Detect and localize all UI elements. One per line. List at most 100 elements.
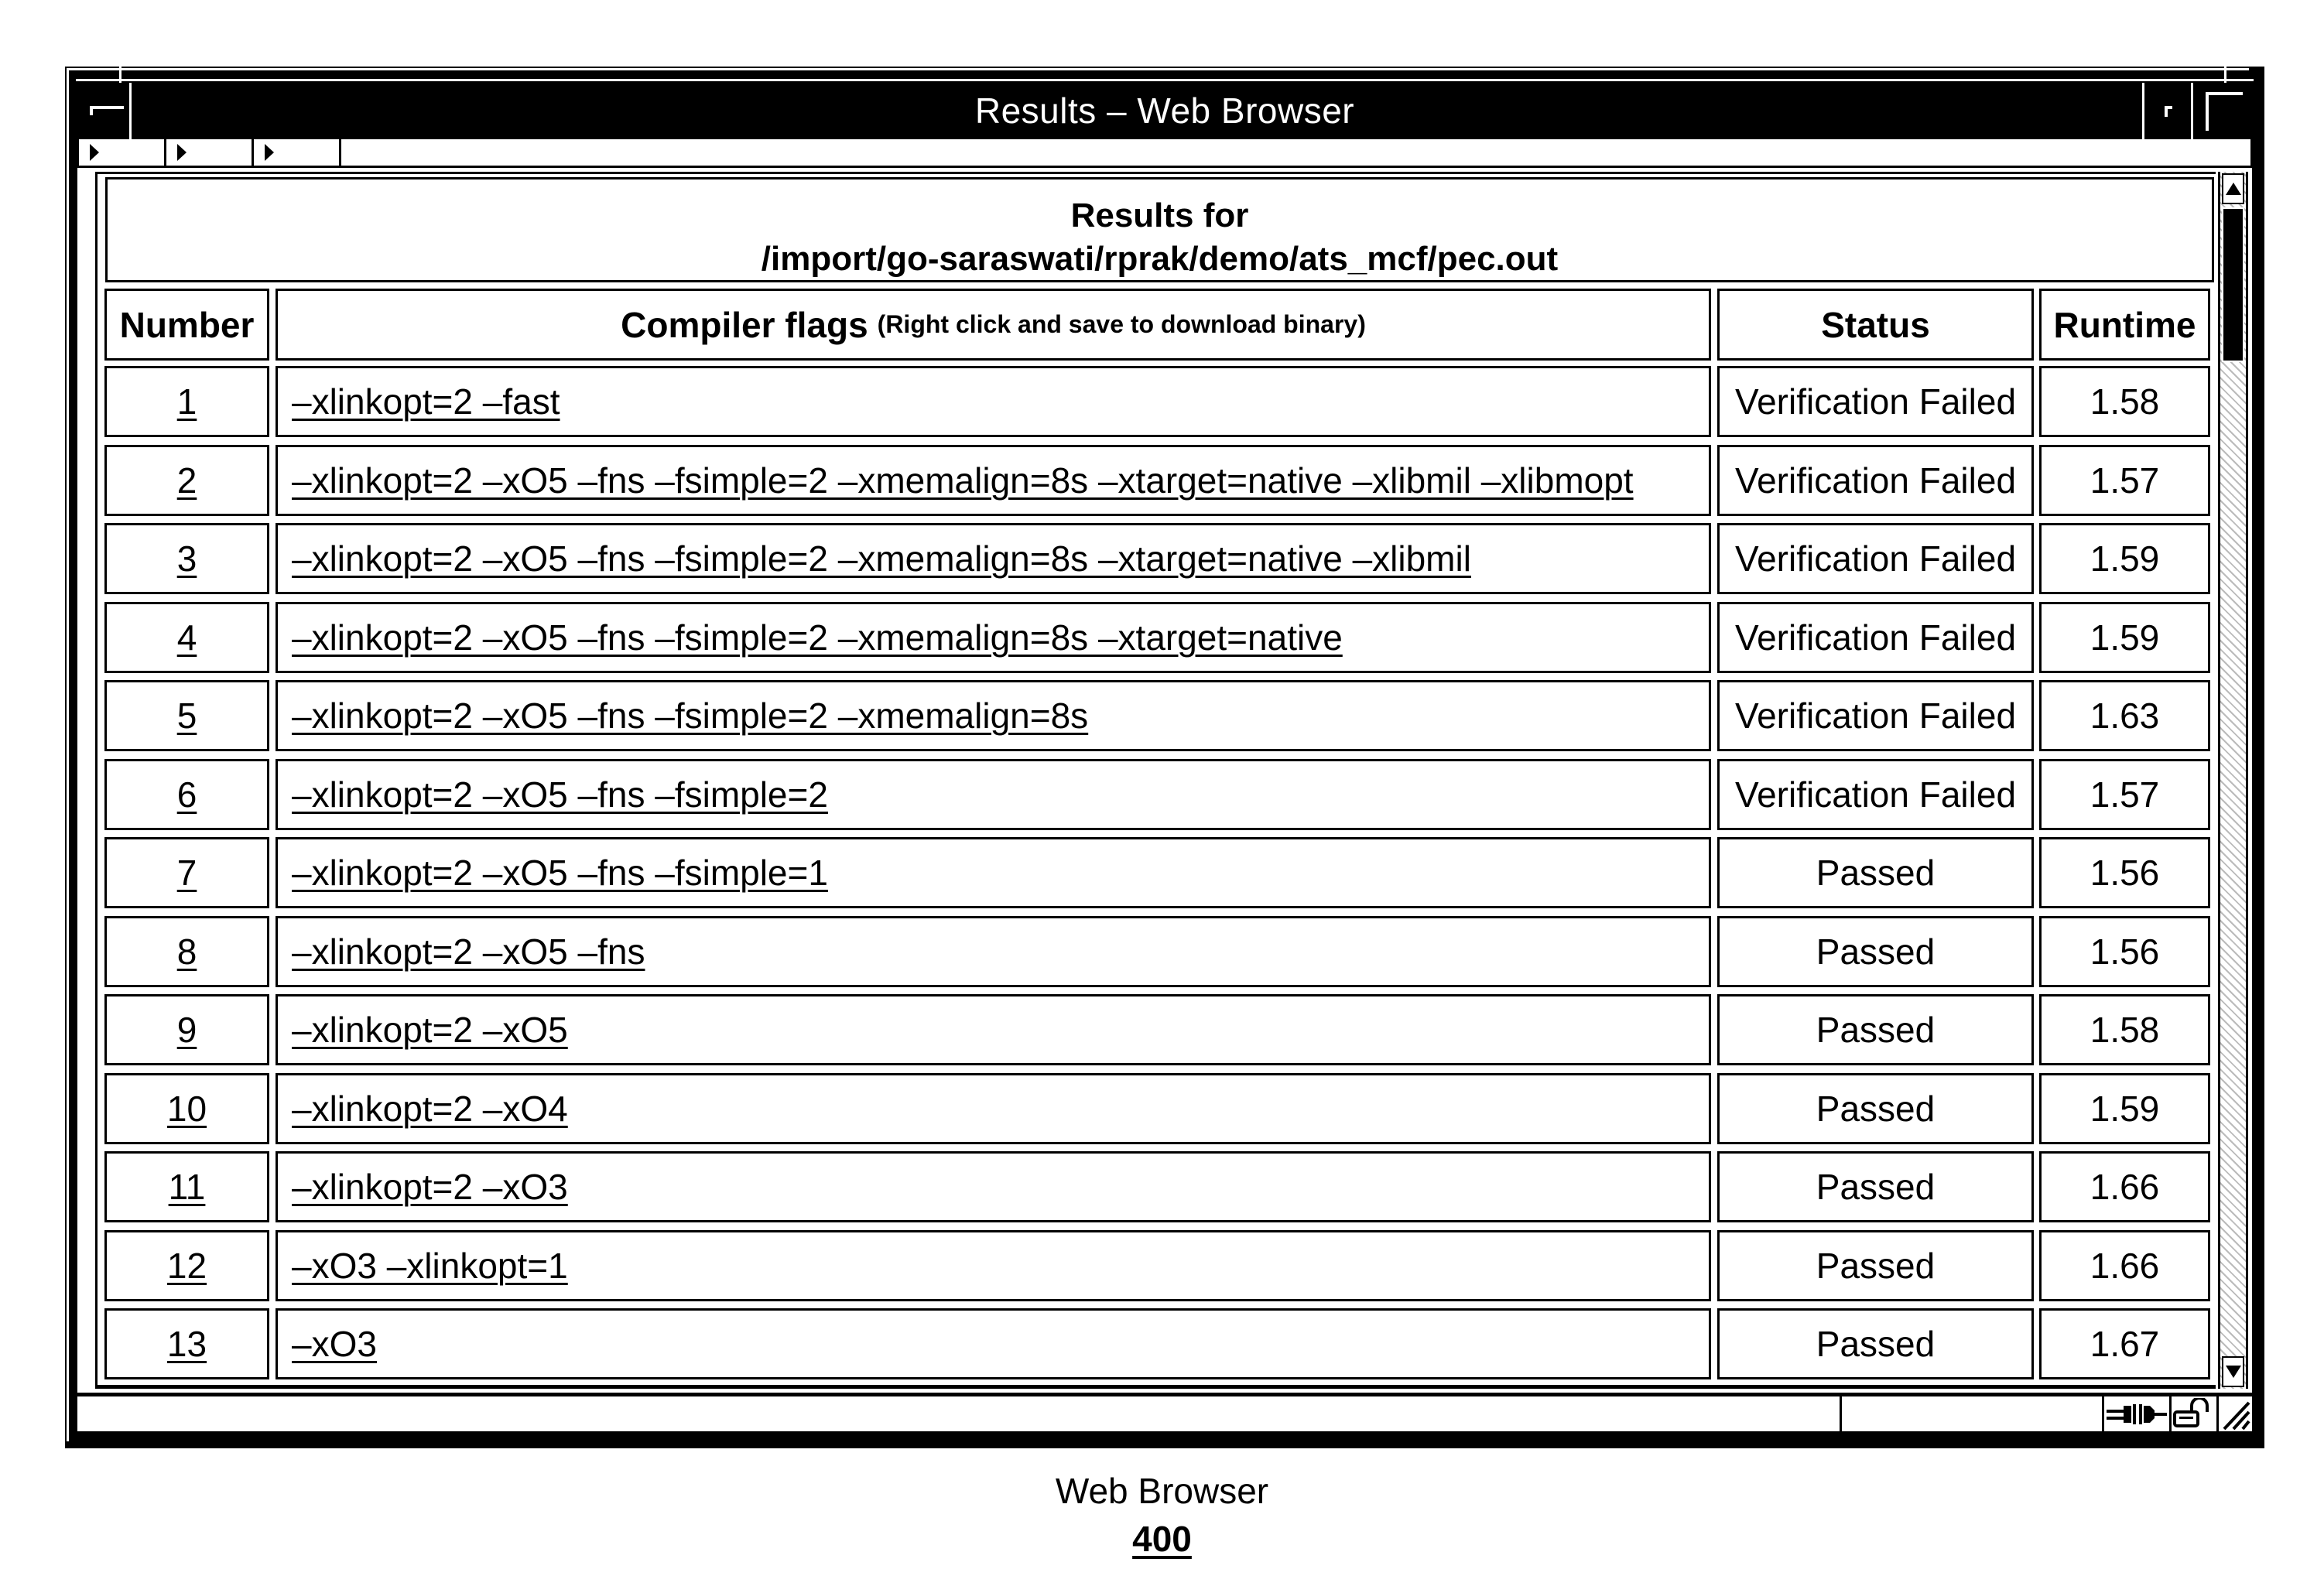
status-cell: Passed xyxy=(1717,1230,2034,1301)
runtime-value: 1.58 xyxy=(2090,381,2160,422)
result-number-link[interactable]: 13 xyxy=(167,1323,207,1365)
results-file-path: /import/go-saraswati/rprak/demo/ats_mcf/… xyxy=(761,240,1559,278)
compiler-flags-link[interactable]: –xlinkopt=2 –xO5 –fns xyxy=(292,931,645,973)
scroll-up-button[interactable] xyxy=(2222,173,2244,204)
compiler-flags-link[interactable]: –xlinkopt=2 –xO5 –fns –fsimple=1 xyxy=(292,852,828,894)
header-status-label: Status xyxy=(1821,304,1930,345)
compiler-flags-link[interactable]: –xlinkopt=2 –xO5 –fns –fsimple=2 xyxy=(292,774,828,815)
resize-grip-icon[interactable] xyxy=(2221,1398,2250,1431)
result-number-link[interactable]: 3 xyxy=(177,538,197,579)
status-text: Verification Failed xyxy=(1734,617,2017,658)
runtime-value: 1.58 xyxy=(2090,1010,2160,1050)
status-cell: Passed xyxy=(1717,1308,2034,1379)
compiler-flags-link[interactable]: –xlinkopt=2 –xO3 xyxy=(292,1166,568,1208)
compiler-flags-link[interactable]: –xlinkopt=2 –xO4 xyxy=(292,1088,568,1130)
compiler-flags-link[interactable]: –xlinkopt=2 –xO5 xyxy=(292,1009,568,1051)
runtime-value: 1.57 xyxy=(2090,460,2160,501)
status-cell: Verification Failed xyxy=(1717,680,2034,751)
compiler-flags-link[interactable]: –xlinkopt=2 –xO5 –fns –fsimple=2 –xmemal… xyxy=(292,460,1634,501)
results-table: Results for /import/go-saraswati/rprak/d… xyxy=(95,172,2216,1389)
status-text: Passed xyxy=(1816,853,1936,893)
compiler-flags-link[interactable]: –xO3 –xlinkopt=1 xyxy=(292,1245,568,1287)
frame-highlight xyxy=(67,68,2249,70)
status-cell: Verification Failed xyxy=(1717,759,2034,830)
minimize-button[interactable] xyxy=(2142,83,2193,139)
header-compiler-flags: Compiler flags (Right click and save to … xyxy=(276,289,1711,361)
title-bar[interactable]: Results – Web Browser xyxy=(79,83,2250,139)
runtime-value: 1.59 xyxy=(2090,617,2160,658)
results-heading-label: Results for xyxy=(1070,197,1249,234)
compiler-flags-link[interactable]: –xlinkopt=2 –xO5 –fns –fsimple=2 –xmemal… xyxy=(292,695,1088,737)
frame-highlight xyxy=(67,68,69,1441)
runtime-value: 1.56 xyxy=(2090,932,2160,972)
browser-window: Results – Web Browser Results for /impor… xyxy=(65,67,2264,1448)
number-cell: 3 xyxy=(104,523,269,594)
runtime-cell: 1.56 xyxy=(2039,837,2210,908)
result-number-link[interactable]: 4 xyxy=(177,617,197,658)
status-cell: Passed xyxy=(1717,916,2034,987)
status-divider xyxy=(1840,1396,1842,1431)
runtime-value: 1.56 xyxy=(2090,853,2160,893)
status-text: Passed xyxy=(1816,1324,1936,1364)
compiler-flags-link[interactable]: –xlinkopt=2 –fast xyxy=(292,381,560,422)
runtime-value: 1.59 xyxy=(2090,1089,2160,1129)
header-number-label: Number xyxy=(119,304,255,345)
flags-cell: –xlinkopt=2 –xO5 –fns –fsimple=2 –xmemal… xyxy=(276,602,1711,673)
result-number-link[interactable]: 8 xyxy=(177,931,197,973)
result-number-link[interactable]: 1 xyxy=(177,381,197,422)
header-runtime: Runtime xyxy=(2039,289,2210,361)
triangle-right-icon xyxy=(265,144,274,161)
header-runtime-label: Runtime xyxy=(2053,304,2196,345)
minimize-icon-stem xyxy=(2165,106,2168,117)
number-cell: 4 xyxy=(104,602,269,673)
toolbar-button-3[interactable] xyxy=(254,139,341,166)
result-number-link[interactable]: 6 xyxy=(177,774,197,815)
result-number-link[interactable]: 2 xyxy=(177,460,197,501)
runtime-value: 1.57 xyxy=(2090,774,2160,815)
scroll-down-button[interactable] xyxy=(2222,1356,2244,1387)
runtime-cell: 1.58 xyxy=(2039,994,2210,1065)
arrow-down-icon xyxy=(2226,1366,2241,1378)
scroll-thumb[interactable] xyxy=(2222,207,2244,362)
runtime-cell: 1.56 xyxy=(2039,916,2210,987)
connection-icon[interactable] xyxy=(2105,1401,2167,1427)
compiler-flags-link[interactable]: –xlinkopt=2 –xO5 –fns –fsimple=2 –xmemal… xyxy=(292,538,1471,579)
compiler-flags-link[interactable]: –xO3 xyxy=(292,1323,377,1365)
number-cell: 8 xyxy=(104,916,269,987)
result-number-link[interactable]: 10 xyxy=(167,1088,207,1130)
toolbar-button-1[interactable] xyxy=(79,139,166,166)
runtime-cell: 1.59 xyxy=(2039,1073,2210,1144)
runtime-cell: 1.66 xyxy=(2039,1230,2210,1301)
flags-cell: –xlinkopt=2 –xO3 xyxy=(276,1151,1711,1222)
runtime-value: 1.66 xyxy=(2090,1246,2160,1286)
runtime-cell: 1.58 xyxy=(2039,366,2210,437)
maximize-button[interactable] xyxy=(2195,83,2250,139)
toolbar xyxy=(79,139,2250,168)
result-number-link[interactable]: 7 xyxy=(177,852,197,894)
result-number-link[interactable]: 9 xyxy=(177,1009,197,1051)
header-flags-label: Compiler flags xyxy=(621,304,868,345)
number-cell: 13 xyxy=(104,1308,269,1379)
number-cell: 11 xyxy=(104,1151,269,1222)
number-cell: 6 xyxy=(104,759,269,830)
header-status: Status xyxy=(1717,289,2034,361)
runtime-cell: 1.67 xyxy=(2039,1308,2210,1379)
results-heading: Results for /import/go-saraswati/rprak/d… xyxy=(105,177,2214,282)
status-text: Verification Failed xyxy=(1734,774,2017,815)
result-number-link[interactable]: 5 xyxy=(177,695,197,737)
flags-cell: –xlinkopt=2 –xO5 –fns –fsimple=1 xyxy=(276,837,1711,908)
number-cell: 1 xyxy=(104,366,269,437)
status-divider xyxy=(2216,1396,2219,1431)
status-cell: Passed xyxy=(1717,837,2034,908)
unlocked-padlock-icon[interactable] xyxy=(2172,1398,2213,1429)
compiler-flags-link[interactable]: –xlinkopt=2 –xO5 –fns –fsimple=2 –xmemal… xyxy=(292,617,1343,658)
toolbar-button-2[interactable] xyxy=(166,139,254,166)
figure-caption: Web Browser xyxy=(1055,1471,1269,1511)
result-number-link[interactable]: 11 xyxy=(169,1166,206,1208)
result-number-link[interactable]: 12 xyxy=(167,1245,207,1287)
flags-cell: –xlinkopt=2 –fast xyxy=(276,366,1711,437)
status-text: Verification Failed xyxy=(1734,696,2017,736)
vertical-scrollbar[interactable] xyxy=(2218,172,2248,1389)
flags-cell: –xlinkopt=2 –xO5 –fns –fsimple=2 –xmemal… xyxy=(276,680,1711,751)
status-text: Passed xyxy=(1816,932,1936,972)
